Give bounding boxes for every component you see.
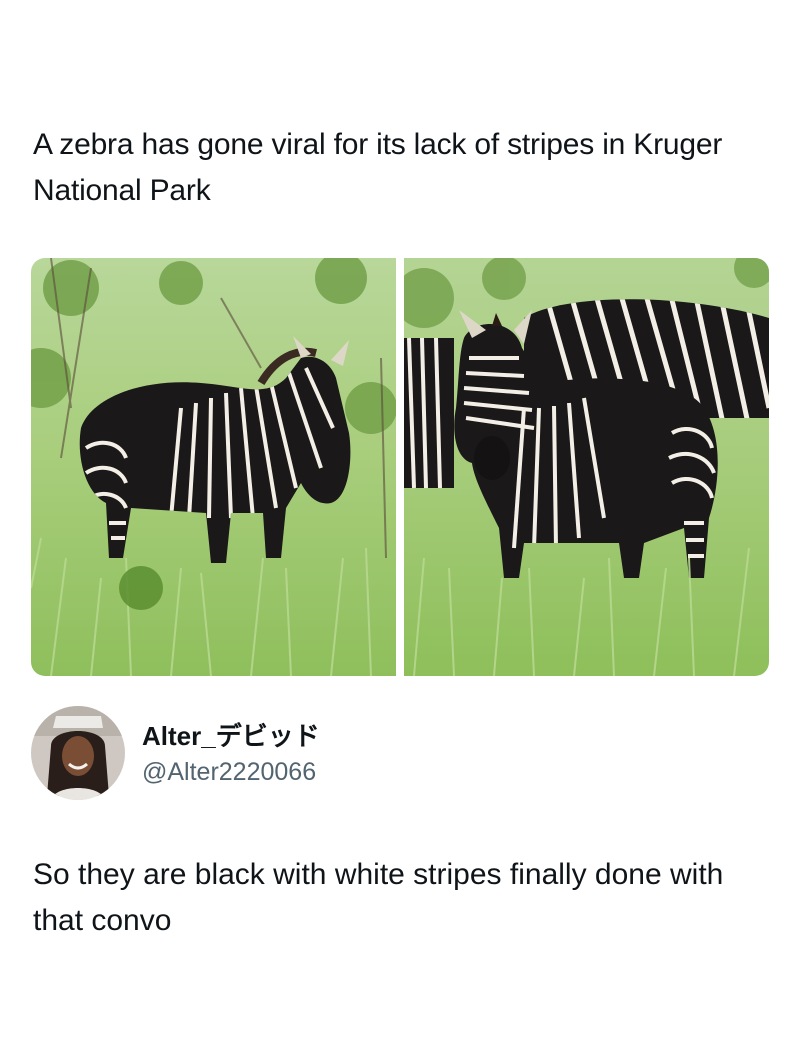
post-headline: A zebra has gone viral for its lack of s… <box>33 128 723 207</box>
reply-text: So they are black with white stripes fin… <box>33 858 724 937</box>
photo-left[interactable] <box>31 258 396 676</box>
profile-photo-icon <box>31 706 125 800</box>
zebra-photo-right <box>404 258 769 676</box>
avatar[interactable] <box>31 706 125 800</box>
reply-author: Alter_デビッド @Alter2220066 <box>31 706 631 802</box>
photo-right[interactable] <box>404 258 769 676</box>
zebra-photo-left <box>31 258 396 676</box>
user-handle[interactable]: @Alter2220066 <box>142 758 316 787</box>
display-name[interactable]: Alter_デビッド <box>142 716 320 753</box>
photo-grid <box>31 258 769 676</box>
